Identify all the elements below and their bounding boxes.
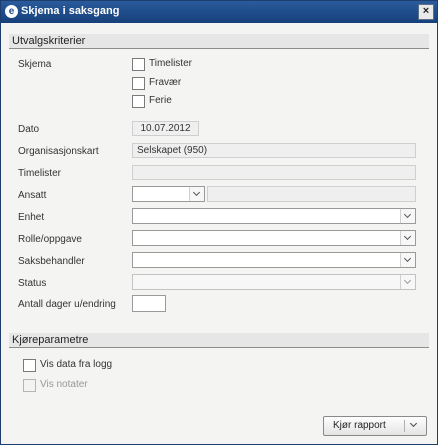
skjema-label: Skjema (18, 59, 52, 70)
section-header-utvalgskriterier: Utvalgskriterier (9, 34, 429, 49)
section-header-kjoreparametre: Kjøreparametre (9, 333, 429, 348)
vis-data-checkbox[interactable] (23, 359, 36, 372)
fravaer-checkbox-label: Fravær (149, 77, 182, 88)
timelister-label: Timelister (18, 168, 61, 179)
rolle-select[interactable] (132, 230, 416, 246)
window-title: Skjema i saksgang (21, 5, 120, 17)
ansatt-name-field (207, 186, 416, 202)
ferie-checkbox[interactable] (132, 95, 145, 108)
status-select[interactable] (132, 274, 416, 290)
run-report-label: Kjør rapport (333, 420, 386, 431)
app-icon: e (5, 5, 18, 18)
run-report-button[interactable]: Kjør rapport (323, 416, 427, 436)
timelister-checkbox-label: Timelister (149, 58, 192, 69)
enhet-label: Enhet (18, 212, 45, 223)
timelister-field[interactable] (132, 165, 416, 180)
close-button[interactable]: × (418, 4, 434, 20)
dialog-window: e Skjema i saksgang × Utvalgskriterier S… (0, 0, 438, 445)
dato-field[interactable]: 10.07.2012 (132, 121, 199, 136)
rolle-label: Rolle/oppgave (18, 234, 82, 245)
chevron-down-icon[interactable] (400, 231, 415, 245)
organisasjonskart-label: Organisasjonskart (18, 146, 99, 157)
button-divider (404, 420, 405, 432)
title-bar[interactable]: e Skjema i saksgang × (1, 1, 437, 23)
chevron-down-icon[interactable] (400, 275, 415, 289)
antall-dager-label: Antall dager u/endring (18, 299, 116, 310)
dato-label: Dato (18, 124, 40, 135)
vis-notater-label: Vis notater (40, 379, 88, 390)
chevron-down-icon[interactable] (400, 209, 415, 223)
status-label: Status (18, 278, 47, 289)
fravaer-checkbox[interactable] (132, 77, 145, 90)
timelister-checkbox[interactable] (132, 58, 145, 71)
organisasjonskart-field[interactable]: Selskapet (950) (132, 143, 416, 158)
chevron-down-icon[interactable] (400, 253, 415, 267)
chevron-down-icon[interactable] (189, 187, 204, 201)
ansatt-select[interactable] (132, 186, 205, 202)
vis-notater-checkbox[interactable] (23, 379, 36, 392)
saksbehandler-select[interactable] (132, 252, 416, 268)
vis-data-label: Vis data fra logg (40, 359, 113, 370)
ansatt-label: Ansatt (18, 190, 47, 201)
saksbehandler-label: Saksbehandler (18, 256, 85, 267)
enhet-select[interactable] (132, 208, 416, 224)
antall-dager-input[interactable] (132, 295, 166, 312)
ferie-checkbox-label: Ferie (149, 95, 172, 106)
chevron-down-icon[interactable] (409, 419, 418, 428)
